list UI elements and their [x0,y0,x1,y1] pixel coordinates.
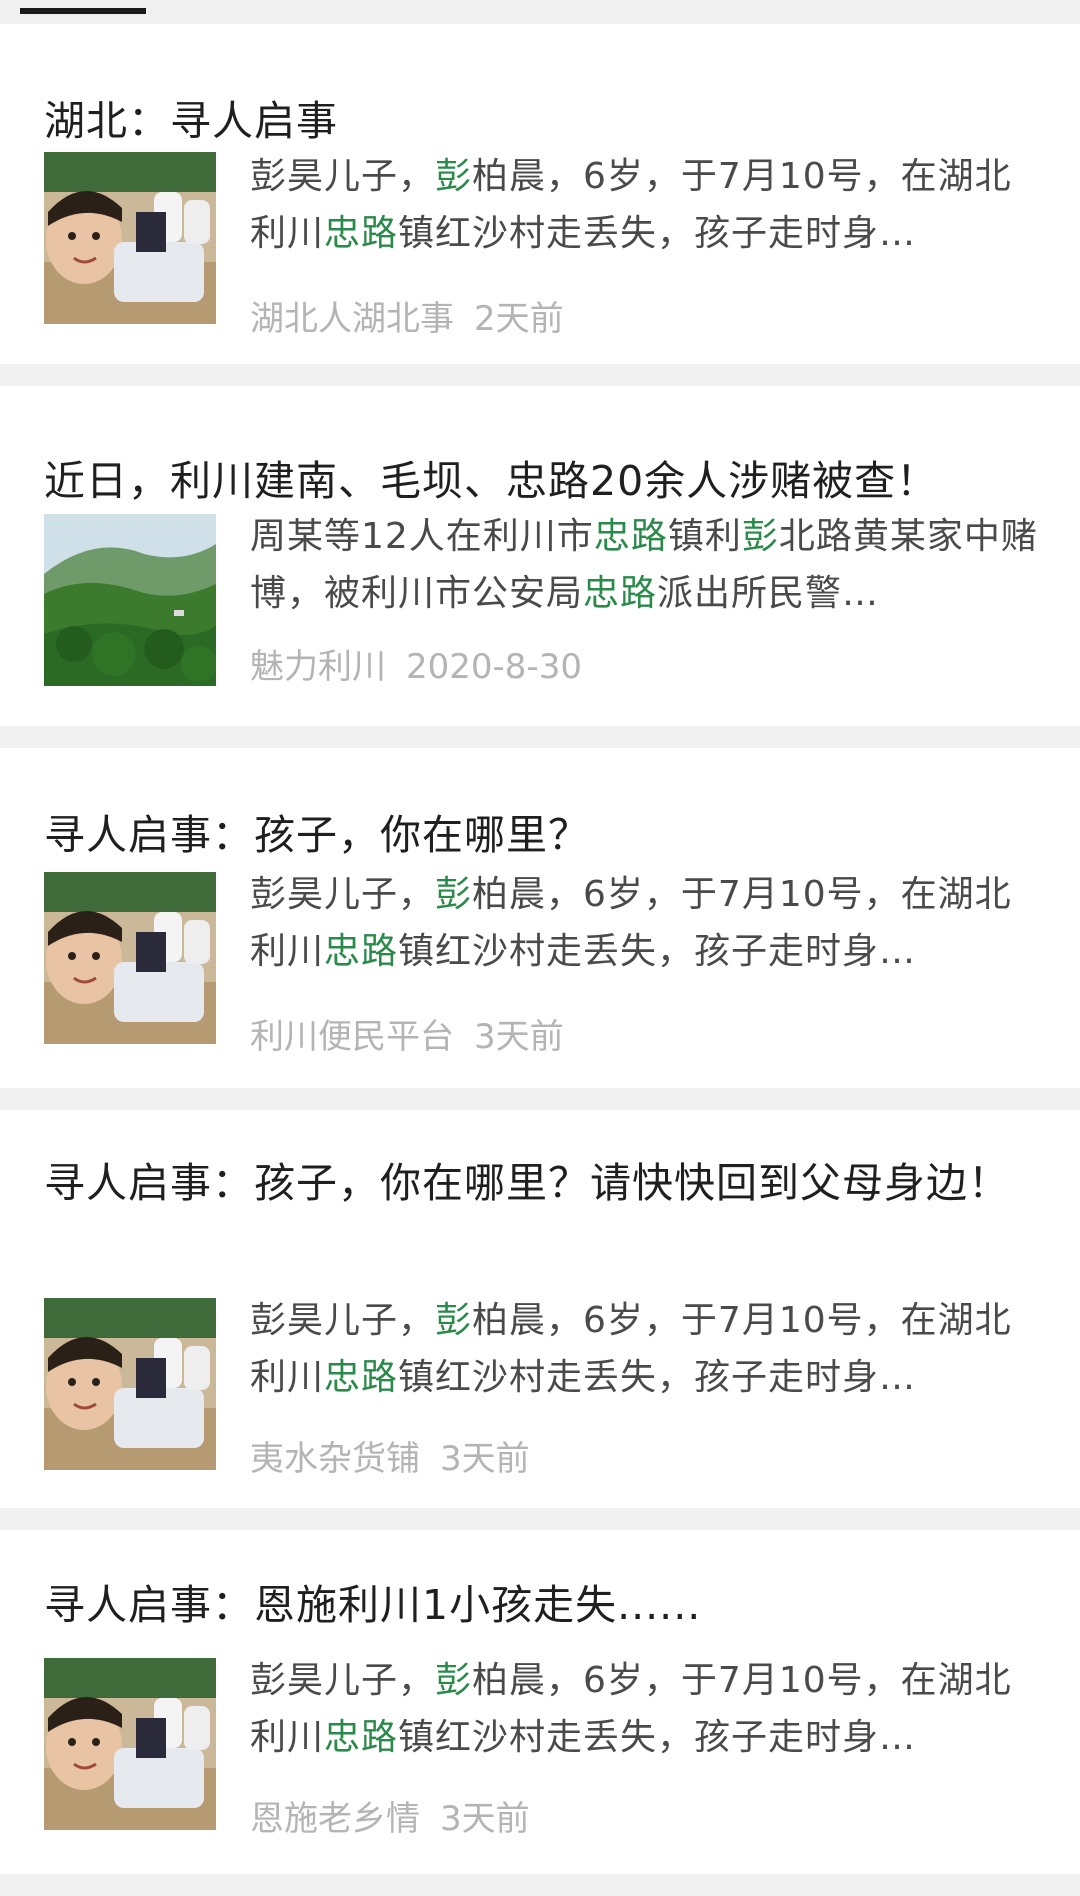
snippet-text: 20余人涉赌被查！ [590,457,939,505]
article-card[interactable]: 寻人启事：孩子，你在哪里？ 彭昊儿子，彭柏晨，6岁，于7月10号，在湖北利川忠路… [0,748,1080,1088]
article-source: 魅力利川 [250,647,386,687]
article-meta: 湖北人湖北事 2天前 [250,294,564,344]
article-time: 3天前 [440,1439,530,1479]
boy-photo-icon [44,1298,216,1470]
article-meta: 利川便民平台 3天前 [250,1012,564,1062]
keyword-highlight: 忠路 [324,931,399,972]
snippet-text: 彭昊儿子， [250,1660,436,1701]
snippet-text: 派出所民警… [657,573,880,614]
article-time: 3天前 [440,1799,530,1839]
snippet-text: 彭昊儿子， [250,1300,436,1341]
article-source: 夷水杂货铺 [250,1439,420,1479]
keyword-highlight: 彭 [435,1300,473,1341]
boy-photo-icon [44,152,216,324]
article-source: 恩施老乡情 [250,1799,420,1839]
article-title: 湖北：寻人启事 [44,97,338,145]
article-card[interactable]: 湖北：寻人启事 彭昊儿子，彭柏晨，6岁，于7月10号，在湖北利川忠路镇红沙村走丢… [0,24,1080,364]
boy-photo-icon [44,1658,216,1830]
boy-photo-thumbnail [44,872,216,1044]
mountain-photo-thumbnail [44,514,216,686]
mountain-photo-icon [44,514,216,686]
keyword-highlight: 忠路 [583,573,658,614]
boy-photo-thumbnail [44,152,216,324]
snippet-text: 彭昊儿子， [250,874,436,915]
boy-photo-icon [44,872,216,1044]
keyword-highlight: 忠路 [324,213,399,254]
article-meta: 恩施老乡情 3天前 [250,1794,530,1844]
article-title: 寻人启事：孩子，你在哪里？ [44,811,590,859]
boy-photo-thumbnail [44,1298,216,1470]
snippet-text: 彭昊儿子， [250,156,436,197]
snippet-text: 镇红沙村走丢失，孩子走时身… [398,931,917,972]
article-meta: 夷水杂货铺 3天前 [250,1434,530,1484]
keyword-highlight: 忠路 [506,457,590,505]
article-snippet: 彭昊儿子，彭柏晨，6岁，于7月10号，在湖北利川忠路镇红沙村走丢失，孩子走时身… [250,1292,1040,1406]
keyword-highlight: 彭 [435,1660,473,1701]
article-source: 湖北人湖北事 [250,299,454,339]
article-time: 3天前 [474,1017,564,1057]
article-snippet: 彭昊儿子，彭柏晨，6岁，于7月10号，在湖北利川忠路镇红沙村走丢失，孩子走时身… [250,1652,1040,1766]
snippet-text: 镇红沙村走丢失，孩子走时身… [398,1357,917,1398]
article-snippet: 彭昊儿子，彭柏晨，6岁，于7月10号，在湖北利川忠路镇红沙村走丢失，孩子走时身… [250,148,1040,262]
snippet-text: 镇红沙村走丢失，孩子走时身… [398,1717,917,1758]
article-title: 近日，利川建南、毛坝、忠路20余人涉赌被查！ [44,448,1036,514]
article-source: 利川便民平台 [250,1017,454,1057]
article-card[interactable]: 寻人启事：孩子，你在哪里？请快快回到父母身边！ 彭昊儿子，彭柏晨，6岁，于7月1… [0,1110,1080,1508]
snippet-text: 镇利 [667,516,742,557]
article-card[interactable]: 寻人启事：恩施利川1小孩走失...... 彭昊儿子，彭柏晨，6岁，于7月10号，… [0,1530,1080,1874]
active-tab-indicator [20,8,146,14]
snippet-text: 镇红沙村走丢失，孩子走时身… [398,213,917,254]
article-meta: 魅力利川 2020-8-30 [250,642,582,692]
search-results-page: 湖北：寻人启事 彭昊儿子，彭柏晨，6岁，于7月10号，在湖北利川忠路镇红沙村走丢… [0,0,1080,1896]
keyword-highlight: 彭 [435,874,473,915]
snippet-text: 近日，利川建南、毛坝、 [44,457,506,505]
article-snippet: 周某等12人在利川市忠路镇利彭北路黄某家中赌博，被利川市公安局忠路派出所民警… [250,508,1040,622]
keyword-highlight: 忠路 [324,1357,399,1398]
keyword-highlight: 忠路 [593,516,668,557]
article-card[interactable]: 近日，利川建南、毛坝、忠路20余人涉赌被查！ 周某等12人在利川市忠路镇利彭北路… [0,386,1080,726]
boy-photo-thumbnail [44,1658,216,1830]
article-title: 寻人启事：恩施利川1小孩走失...... [44,1581,702,1629]
article-time: 2020-8-30 [406,647,582,687]
keyword-highlight: 忠路 [324,1717,399,1758]
keyword-highlight: 彭 [741,516,779,557]
keyword-highlight: 彭 [435,156,473,197]
article-time: 2天前 [474,299,564,339]
article-snippet: 彭昊儿子，彭柏晨，6岁，于7月10号，在湖北利川忠路镇红沙村走丢失，孩子走时身… [250,866,1040,980]
snippet-text: 周某等12人在利川市 [250,516,594,557]
article-title: 寻人启事：孩子，你在哪里？请快快回到父母身边！ [44,1159,1010,1207]
